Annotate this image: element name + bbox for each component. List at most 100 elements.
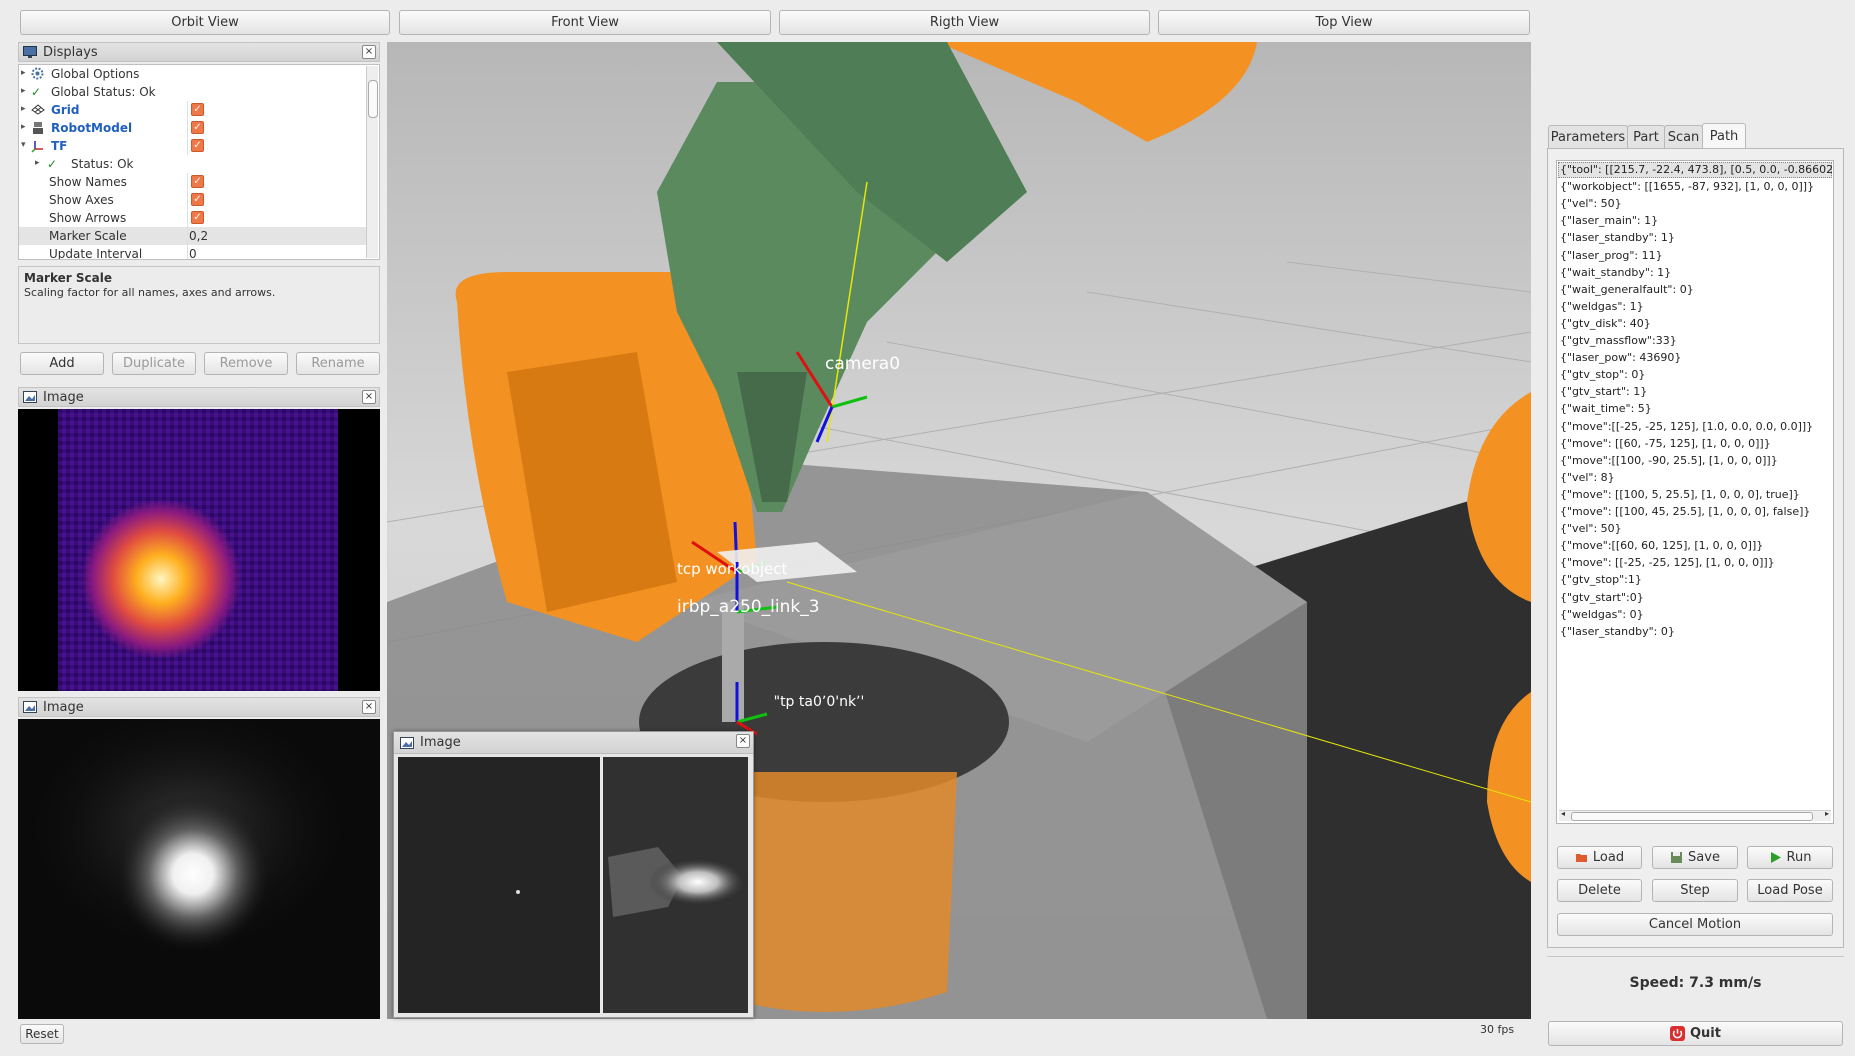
camera-image-header: Image × — [18, 697, 380, 717]
load-button[interactable]: Load — [1557, 846, 1642, 869]
add-label: Add — [49, 356, 75, 371]
reset-button[interactable]: Reset — [20, 1024, 64, 1044]
path-command-item[interactable]: {"gtv_start": 1} — [1560, 385, 1647, 398]
right-view-button[interactable]: Rigth View — [779, 10, 1150, 35]
path-command-item[interactable]: {"laser_standby": 0} — [1560, 625, 1675, 638]
tree-row-update-interval[interactable]: Update Interval 0 — [19, 245, 367, 259]
path-command-item[interactable]: {"move":[[60, 60, 125], [1, 0, 0, 0]]} — [1560, 539, 1763, 552]
delete-button[interactable]: Delete — [1557, 879, 1642, 902]
rename-button[interactable]: Rename — [296, 352, 380, 375]
tree-row-global-status[interactable]: ▸ ✓ Global Status: Ok — [19, 83, 367, 101]
path-command-item[interactable]: {"tool": [[215.7, -22.4, 473.8], [0.5, 0… — [1560, 163, 1833, 176]
show-arrows-checkbox[interactable]: ✓ — [191, 211, 204, 224]
tf-checkbox[interactable]: ✓ — [191, 139, 204, 152]
path-command-list[interactable]: ◂ ▸ {"tool": [[215.7, -22.4, 473.8], [0.… — [1556, 160, 1834, 824]
displays-panel-header: Displays × — [18, 42, 380, 62]
path-hscrollbar[interactable]: ◂ ▸ — [1559, 809, 1831, 821]
path-command-item[interactable]: {"workobject": [[1655, -87, 932], [1, 0,… — [1560, 180, 1814, 193]
path-command-item[interactable]: {"laser_pow": 43690} — [1560, 351, 1681, 364]
scrollbar-thumb[interactable] — [368, 80, 378, 118]
tree-row-show-axes[interactable]: Show Axes ✓ — [19, 191, 367, 209]
robotmodel-checkbox[interactable]: ✓ — [191, 121, 204, 134]
scroll-right-icon[interactable]: ▸ — [1825, 809, 1829, 818]
floating-image-title: Image — [420, 735, 461, 750]
load-pose-label: Load Pose — [1757, 883, 1823, 898]
grid-checkbox[interactable]: ✓ — [191, 103, 204, 116]
path-command-item[interactable]: {"gtv_start":0} — [1560, 591, 1644, 604]
path-command-item[interactable]: {"weldgas": 1} — [1560, 300, 1644, 313]
tree-row-robotmodel[interactable]: ▸ RobotModel ✓ — [19, 119, 367, 137]
path-command-item[interactable]: {"move":[[-25, -25, 125], [1.0, 0.0, 0.0… — [1560, 420, 1813, 433]
cancel-motion-button[interactable]: Cancel Motion — [1557, 913, 1833, 936]
path-command-item[interactable]: {"move": [[60, -75, 125], [1, 0, 0, 0]]} — [1560, 437, 1771, 450]
path-command-item[interactable]: {"vel": 50} — [1560, 197, 1622, 210]
path-command-item[interactable]: {"move": [[100, 45, 25.5], [1, 0, 0, 0],… — [1560, 505, 1810, 518]
show-names-checkbox[interactable]: ✓ — [191, 175, 204, 188]
orbit-view-button[interactable]: Orbit View — [20, 10, 390, 35]
path-command-item[interactable]: {"move": [[100, 5, 25.5], [1, 0, 0, 0], … — [1560, 488, 1800, 501]
show-axes-checkbox[interactable]: ✓ — [191, 193, 204, 206]
close-icon[interactable]: × — [362, 700, 376, 714]
camera-image-view — [18, 719, 380, 1019]
tree-row-marker-scale[interactable]: Marker Scale 0,2 — [19, 227, 367, 245]
close-icon[interactable]: × — [362, 45, 376, 59]
scrollbar-thumb[interactable] — [1571, 812, 1813, 821]
expand-arrow-icon[interactable]: ▸ — [21, 122, 26, 132]
duplicate-button[interactable]: Duplicate — [112, 352, 196, 375]
marker-scale-value[interactable]: 0,2 — [189, 229, 208, 243]
remove-button[interactable]: Remove — [204, 352, 288, 375]
tab-scan[interactable]: Scan — [1664, 125, 1703, 149]
tab-label: Parameters — [1550, 130, 1626, 145]
tab-parameters[interactable]: Parameters — [1548, 125, 1628, 149]
top-view-button[interactable]: Top View — [1158, 10, 1530, 35]
path-command-item[interactable]: {"vel": 50} — [1560, 522, 1622, 535]
expand-arrow-icon[interactable]: ▸ — [21, 104, 26, 114]
tab-label: Scan — [1667, 130, 1700, 145]
path-command-item[interactable]: {"laser_standby": 1} — [1560, 231, 1675, 244]
run-button[interactable]: Run — [1747, 846, 1833, 869]
collapse-arrow-icon[interactable]: ▾ — [21, 140, 26, 150]
tab-part[interactable]: Part — [1627, 125, 1665, 149]
path-command-item[interactable]: {"laser_prog": 11} — [1560, 249, 1663, 262]
duplicate-label: Duplicate — [123, 356, 185, 371]
expand-arrow-icon[interactable]: ▸ — [21, 68, 26, 78]
path-command-item[interactable]: {"move": [[-25, -25, 125], [1, 0, 0, 0]]… — [1560, 556, 1775, 569]
close-icon[interactable]: × — [736, 734, 750, 748]
path-command-item[interactable]: {"vel": 8} — [1560, 471, 1615, 484]
path-command-item[interactable]: {"wait_standby": 1} — [1560, 266, 1671, 279]
tree-label: Show Axes — [49, 193, 114, 207]
tab-label: Part — [1633, 130, 1659, 145]
update-interval-value[interactable]: 0 — [189, 247, 197, 259]
scroll-left-icon[interactable]: ◂ — [1561, 809, 1565, 818]
tree-row-global-options[interactable]: ▸ Global Options — [19, 65, 367, 83]
front-view-button[interactable]: Front View — [399, 10, 771, 35]
path-command-item[interactable]: {"gtv_massflow":33} — [1560, 334, 1677, 347]
tree-row-show-arrows[interactable]: Show Arrows ✓ — [19, 209, 367, 227]
step-button[interactable]: Step — [1652, 879, 1738, 902]
run-label: Run — [1786, 850, 1812, 865]
close-icon[interactable]: × — [362, 390, 376, 404]
tree-row-grid[interactable]: ▸ Grid ✓ — [19, 101, 367, 119]
tree-row-show-names[interactable]: Show Names ✓ — [19, 173, 367, 191]
tree-scrollbar[interactable] — [366, 66, 378, 258]
path-command-item[interactable]: {"move":[[100, -90, 25.5], [1, 0, 0, 0]]… — [1560, 454, 1778, 467]
displays-tree[interactable]: ▸ Global Options ▸ ✓ Global Status: Ok ▸… — [18, 64, 380, 260]
path-command-item[interactable]: {"wait_generalfault": 0} — [1560, 283, 1694, 296]
thermal-image-header: Image × — [18, 387, 380, 407]
tree-row-status[interactable]: ▸ ✓ Status: Ok — [19, 155, 367, 173]
path-command-item[interactable]: {"gtv_stop":1} — [1560, 573, 1642, 586]
tab-path[interactable]: Path — [1702, 123, 1746, 149]
path-command-item[interactable]: {"gtv_disk": 40} — [1560, 317, 1651, 330]
path-command-item[interactable]: {"weldgas": 0} — [1560, 608, 1644, 621]
add-button[interactable]: Add — [20, 352, 104, 375]
save-button[interactable]: Save — [1652, 846, 1738, 869]
tree-row-tf[interactable]: ▾ TF ✓ — [19, 137, 367, 155]
path-command-item[interactable]: {"gtv_stop": 0} — [1560, 368, 1645, 381]
quit-button[interactable]: Quit — [1548, 1021, 1843, 1046]
floating-image-window[interactable]: Image × — [393, 731, 754, 1018]
expand-arrow-icon[interactable]: ▸ — [35, 158, 40, 168]
expand-arrow-icon[interactable]: ▸ — [21, 86, 26, 96]
path-command-item[interactable]: {"wait_time": 5} — [1560, 402, 1652, 415]
path-command-item[interactable]: {"laser_main": 1} — [1560, 214, 1658, 227]
load-pose-button[interactable]: Load Pose — [1747, 879, 1833, 902]
